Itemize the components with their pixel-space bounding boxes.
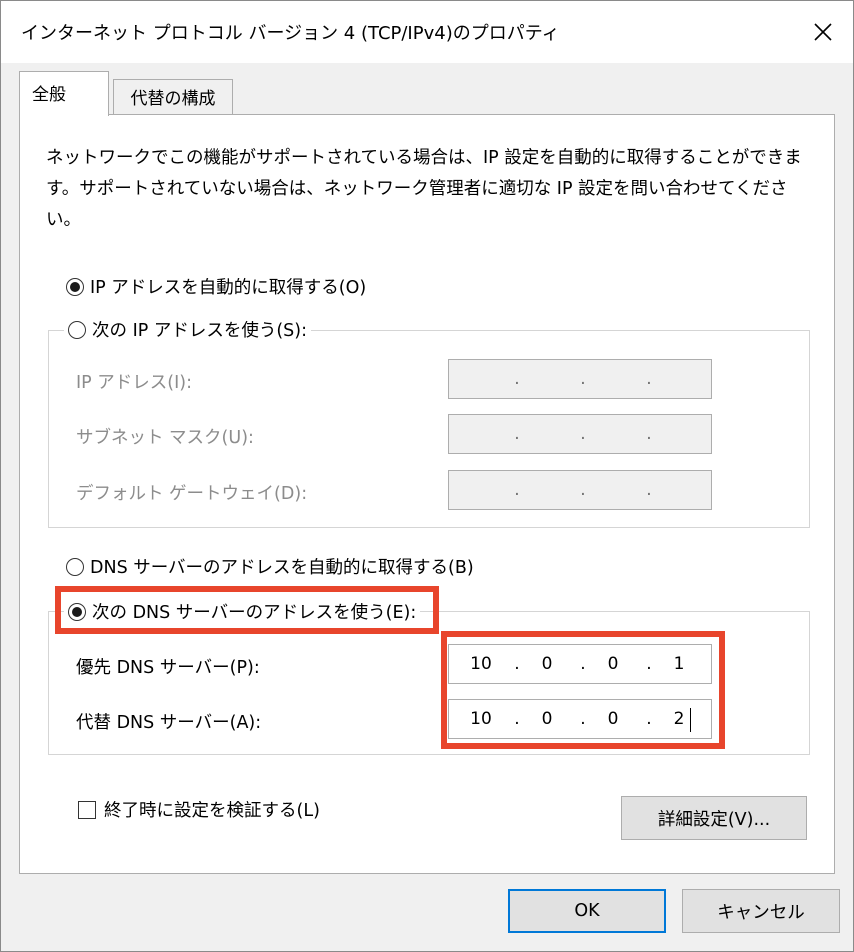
subnet-mask-input[interactable]: . . . — [448, 414, 712, 454]
dns-auto-radio-circle — [66, 557, 84, 576]
alternate-dns-octet-3: 0 — [607, 709, 619, 729]
ip-auto-radio[interactable]: IP アドレスを自動的に取得する(O) — [66, 274, 366, 299]
preferred-dns-octet-3: 0 — [607, 654, 619, 674]
dns-manual-radio-circle — [68, 602, 86, 621]
dot: . — [646, 709, 652, 729]
window-title: インターネット プロトコル バージョン 4 (TCP/IPv4)のプロパティ — [21, 23, 560, 44]
general-tab-panel: ネットワークでこの機能がサポートされている場合は、IP 設定を自動的に取得するこ… — [19, 114, 835, 874]
dot: . — [646, 369, 652, 389]
properties-dialog: インターネット プロトコル バージョン 4 (TCP/IPv4)のプロパティ 全… — [0, 0, 854, 952]
ip-auto-radio-circle — [66, 277, 84, 296]
cancel-button[interactable]: キャンセル — [682, 889, 840, 933]
dot: . — [580, 709, 586, 729]
dns-manual-label: 次の DNS サーバーのアドレスを使う(E): — [92, 603, 417, 623]
default-gateway-label: デフォルト ゲートウェイ(D): — [76, 484, 308, 504]
alternate-dns-octet-2: 0 — [541, 709, 553, 729]
tab-alternate-configuration[interactable]: 代替の構成 — [113, 79, 233, 116]
tab-alternate-label: 代替の構成 — [130, 89, 216, 109]
preferred-dns-label: 優先 DNS サーバー(P): — [76, 658, 260, 678]
ok-button[interactable]: OK — [508, 889, 666, 933]
default-gateway-input[interactable]: . . . — [448, 470, 712, 510]
description-text: ネットワークでこの機能がサポートされている場合は、IP 設定を自動的に取得するこ… — [46, 148, 802, 230]
ip-manual-radio-circle — [68, 320, 86, 339]
validate-on-exit-checkbox[interactable]: 終了時に設定を検証する(L) — [78, 797, 320, 822]
dns-auto-radio[interactable]: DNS サーバーのアドレスを自動的に取得する(B) — [66, 554, 474, 579]
dot: . — [514, 369, 520, 389]
text-caret — [690, 708, 691, 732]
preferred-dns-octet-2: 0 — [541, 654, 553, 674]
dot: . — [514, 709, 520, 729]
close-button[interactable] — [797, 9, 849, 55]
close-icon — [814, 23, 832, 41]
preferred-dns-octet-4: 1 — [673, 654, 685, 674]
dot: . — [514, 654, 520, 674]
dot: . — [580, 369, 586, 389]
dot: . — [514, 480, 520, 500]
dns-auto-label: DNS サーバーのアドレスを自動的に取得する(B) — [90, 558, 474, 578]
ip-auto-label: IP アドレスを自動的に取得する(O) — [90, 278, 367, 298]
dot: . — [580, 424, 586, 444]
ip-manual-label: 次の IP アドレスを使う(S): — [92, 321, 307, 341]
ip-address-label: IP アドレス(I): — [76, 373, 192, 393]
tab-general[interactable]: 全般 — [19, 71, 109, 116]
dns-manual-radio[interactable]: 次の DNS サーバーのアドレスを使う(E): — [64, 599, 421, 624]
title-bar: インターネット プロトコル バージョン 4 (TCP/IPv4)のプロパティ — [1, 1, 853, 63]
alternate-dns-octet-4: 2 — [673, 709, 685, 729]
advanced-button[interactable]: 詳細設定(V)... — [621, 796, 807, 840]
dot: . — [646, 654, 652, 674]
preferred-dns-input[interactable]: 10 . 0 . 0 . 1 — [448, 644, 712, 684]
subnet-mask-label: サブネット マスク(U): — [76, 428, 254, 448]
dot: . — [514, 424, 520, 444]
dot: . — [580, 480, 586, 500]
dot: . — [580, 654, 586, 674]
dot: . — [646, 480, 652, 500]
validate-label: 終了時に設定を検証する(L) — [104, 801, 320, 821]
alternate-dns-input[interactable]: 10 . 0 . 0 . 2 — [448, 699, 712, 739]
tab-general-label: 全般 — [32, 85, 66, 105]
ip-address-input[interactable]: . . . — [448, 359, 712, 399]
validate-checkbox-box — [78, 800, 96, 819]
ip-manual-radio[interactable]: 次の IP アドレスを使う(S): — [64, 317, 311, 342]
alternate-dns-octet-1: 10 — [470, 709, 492, 729]
preferred-dns-octet-1: 10 — [470, 654, 492, 674]
alternate-dns-label: 代替 DNS サーバー(A): — [76, 713, 262, 733]
dot: . — [646, 424, 652, 444]
